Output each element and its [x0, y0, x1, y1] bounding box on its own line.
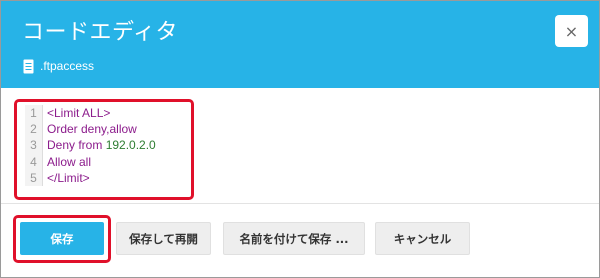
save-restart-button[interactable]: 保存して再開 — [116, 222, 211, 255]
cancel-button[interactable]: キャンセル — [375, 222, 470, 255]
editor-highlight-box — [14, 99, 194, 200]
file-name: .ftpaccess — [40, 59, 95, 73]
dialog-header: コードエディタ .ftpaccess × — [1, 1, 599, 88]
dialog-title: コードエディタ — [22, 20, 178, 45]
save-as-button[interactable]: 名前を付けて保存 ... — [223, 222, 365, 255]
save-highlight-box — [13, 215, 111, 263]
code-editor-dialog: コードエディタ .ftpaccess × 1 <Limit ALL> 2 Ord… — [0, 0, 600, 278]
file-info: .ftpaccess — [23, 56, 94, 76]
close-button[interactable]: × — [555, 15, 588, 47]
footer-divider — [1, 203, 599, 204]
file-icon — [23, 59, 34, 73]
close-icon: × — [564, 21, 579, 41]
